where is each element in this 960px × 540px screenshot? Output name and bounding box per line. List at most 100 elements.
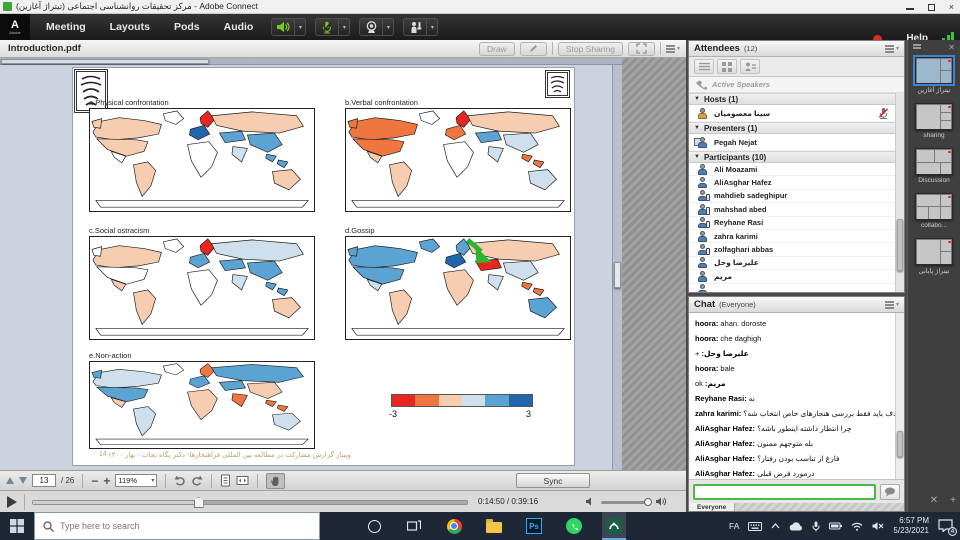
horizontal-scrollbar[interactable]: [0, 58, 622, 65]
attendee-row[interactable]: Pegah Nejat: [689, 134, 895, 151]
menu-audio[interactable]: Audio: [224, 21, 254, 33]
cortana-button[interactable]: [362, 512, 386, 540]
attendee-row[interactable]: Reyhane Rasi: [689, 217, 895, 230]
attendee-row[interactable]: zahra karimi: [689, 230, 895, 243]
fullscreen-button[interactable]: [628, 42, 655, 56]
speaker-button[interactable]: ▾: [271, 18, 306, 36]
chrome-button[interactable]: [442, 512, 466, 540]
layout-thumbnail-5[interactable]: [915, 238, 953, 265]
chat-scroll-thumb[interactable]: [897, 431, 903, 457]
chat-tab-everyone[interactable]: Everyone: [689, 503, 735, 511]
task-view-button[interactable]: [402, 512, 426, 540]
onedrive-icon[interactable]: [789, 522, 803, 531]
attendee-row[interactable]: mahshad abed: [689, 203, 895, 216]
draw-button[interactable]: Draw: [479, 42, 515, 56]
menu-meeting[interactable]: Meeting: [46, 21, 86, 33]
attendees-scroll-thumb[interactable]: [897, 219, 903, 271]
attendees-pod-menu-icon[interactable]: ▾: [885, 45, 899, 52]
volume-high-icon[interactable]: [655, 496, 668, 507]
microphone-tray-icon[interactable]: [812, 521, 820, 532]
layouts-menu-icon[interactable]: [913, 44, 921, 46]
status-view-button[interactable]: [740, 59, 760, 74]
layout-thumbnail-1[interactable]: [915, 57, 953, 84]
menu-pods[interactable]: Pods: [174, 21, 200, 33]
zoom-level-select[interactable]: 119%▾: [115, 474, 157, 487]
add-layout-icon[interactable]: +: [950, 495, 956, 506]
taskbar-clock[interactable]: 6:57 PM 5/23/2021: [893, 516, 929, 536]
progress-track[interactable]: [32, 500, 468, 505]
next-page-button[interactable]: [19, 477, 27, 484]
attendee-row[interactable]: [689, 284, 895, 292]
chat-input[interactable]: [693, 484, 876, 500]
chat-pod-menu-icon[interactable]: ▾: [885, 301, 899, 308]
delete-layout-icon[interactable]: ✕: [930, 495, 938, 506]
action-center-button[interactable]: 4: [938, 519, 954, 533]
hand-tool-button[interactable]: [266, 473, 285, 489]
speaker-muted-icon[interactable]: [872, 521, 884, 531]
previous-page-button[interactable]: [6, 477, 14, 484]
minimize-icon[interactable]: [906, 8, 914, 10]
progress-thumb[interactable]: [194, 497, 204, 508]
speaker-dropdown-icon[interactable]: ▾: [294, 19, 305, 35]
play-button[interactable]: [7, 496, 17, 508]
group-header[interactable]: ▼Participants (10): [689, 151, 895, 163]
undo-icon[interactable]: [174, 475, 186, 486]
microphone-dropdown-icon[interactable]: ▾: [338, 19, 349, 35]
taskbar-search[interactable]: [34, 512, 320, 540]
sync-button[interactable]: Sync: [516, 473, 590, 488]
start-button[interactable]: [0, 512, 34, 540]
zoom-out-button[interactable]: −: [91, 476, 98, 486]
volume-low-icon[interactable]: [585, 496, 595, 507]
adobe-connect-button[interactable]: [602, 512, 626, 540]
attendee-row[interactable]: سینا معصومیان: [689, 105, 895, 122]
layouts-close-icon[interactable]: ✕: [948, 43, 955, 52]
attendee-row[interactable]: AliAsghar Hafez: [689, 176, 895, 189]
hidden-icons-chevron[interactable]: [771, 523, 780, 529]
webcam-dropdown-icon[interactable]: ▾: [382, 19, 393, 35]
volume-thumb[interactable]: [644, 498, 652, 506]
menu-layouts[interactable]: Layouts: [110, 21, 150, 33]
attendee-row[interactable]: zolfaghari abbas: [689, 243, 895, 256]
attendee-row[interactable]: مریم: [689, 270, 895, 283]
vscroll-thumb[interactable]: [614, 262, 621, 288]
maximize-icon[interactable]: [928, 4, 935, 11]
webcam-button[interactable]: ▾: [359, 18, 394, 36]
raise-hand-dropdown-icon[interactable]: ▾: [426, 19, 437, 35]
vertical-scrollbar[interactable]: [612, 65, 622, 470]
hscroll-thumb[interactable]: [1, 59, 209, 64]
layout-thumbnail-3[interactable]: [915, 148, 953, 175]
group-header[interactable]: ▼Presenters (1): [689, 122, 895, 134]
fit-width-icon[interactable]: [236, 474, 249, 487]
chat-scrollbar[interactable]: [895, 313, 904, 479]
microphone-button[interactable]: ▾: [315, 18, 350, 36]
attendee-row[interactable]: علیرضا وحل: [689, 257, 895, 270]
wifi-icon[interactable]: [851, 522, 863, 531]
keyboard-icon[interactable]: [748, 522, 762, 531]
redo-icon[interactable]: [191, 475, 203, 486]
search-input[interactable]: [60, 521, 280, 531]
whatsapp-button[interactable]: [562, 512, 586, 540]
stop-sharing-button[interactable]: Stop Sharing: [558, 42, 623, 56]
layout-thumbnail-2[interactable]: [915, 103, 953, 130]
group-header[interactable]: ▼Hosts (1): [689, 93, 895, 105]
pen-tool-button[interactable]: [520, 42, 547, 56]
slide-caption: وبینار گزارش مشارکت در مطالعه بین المللی…: [108, 451, 568, 459]
send-message-button[interactable]: [880, 484, 900, 500]
share-pod-menu-icon[interactable]: ▾: [666, 45, 680, 52]
attendee-row[interactable]: Ali Moazami: [689, 163, 895, 176]
attendees-scrollbar[interactable]: [895, 93, 904, 292]
fit-page-icon[interactable]: [220, 474, 231, 487]
layout-thumbnail-4[interactable]: [915, 193, 953, 220]
page-number-input[interactable]: [32, 474, 56, 487]
grid-view-button[interactable]: [717, 59, 737, 74]
language-indicator[interactable]: FA: [729, 521, 739, 531]
volume-slider[interactable]: [601, 501, 649, 504]
zoom-in-button[interactable]: +: [103, 476, 110, 486]
list-view-button[interactable]: [694, 59, 714, 74]
attendee-row[interactable]: mahdieb sadeghipur: [689, 190, 895, 203]
photoshop-button[interactable]: Ps: [522, 512, 546, 540]
battery-icon[interactable]: [829, 522, 842, 530]
file-explorer-button[interactable]: [482, 512, 506, 540]
close-icon[interactable]: ×: [949, 3, 954, 12]
raise-hand-button[interactable]: ▾: [403, 18, 438, 36]
